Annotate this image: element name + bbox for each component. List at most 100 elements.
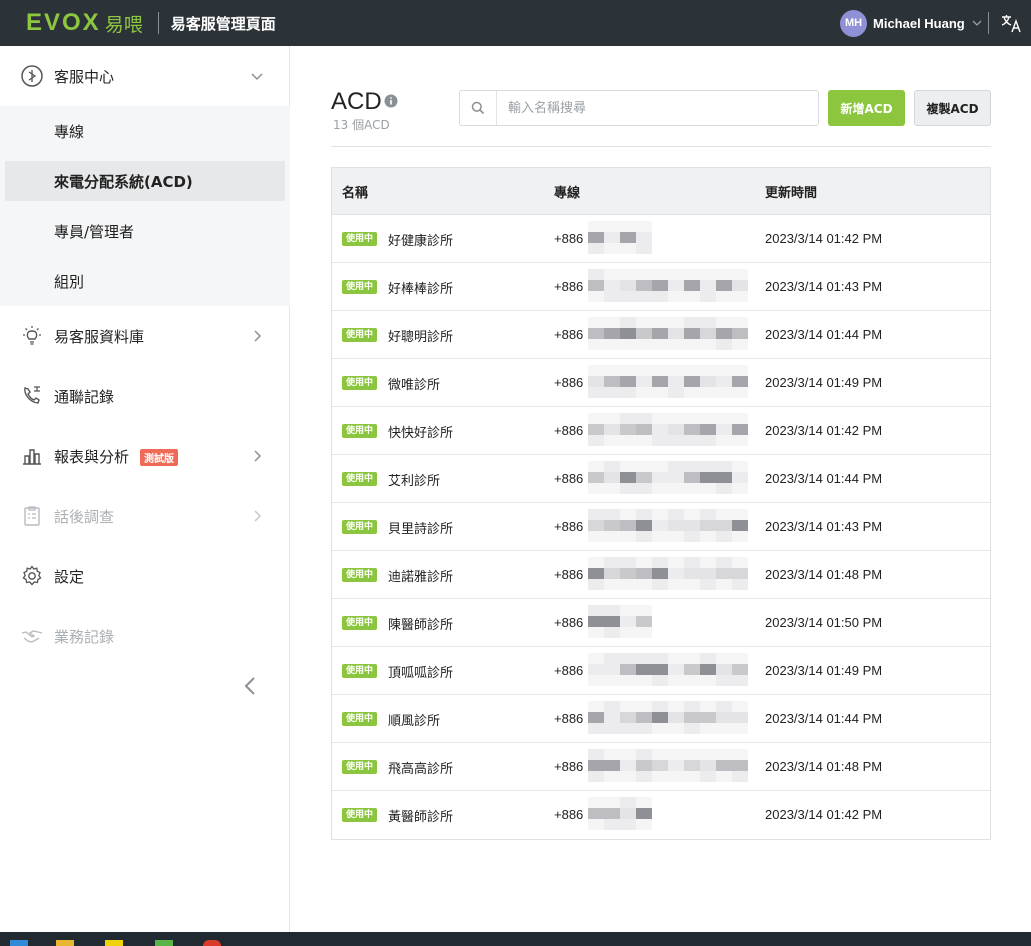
acd-count: 13 個ACD (333, 118, 390, 132)
table-header: 名稱 專線 更新時間 (332, 168, 990, 215)
status-badge: 使用中 (342, 616, 377, 630)
sidebar-item-settings[interactable]: 設定 (0, 546, 290, 606)
sidebar-item-label: 報表與分析 (54, 447, 130, 466)
line-number: +886 (554, 807, 584, 822)
divider (331, 146, 991, 147)
acd-name[interactable]: 貝里詩診所 (388, 518, 453, 537)
sidebar-item-survey[interactable]: 話後調查 (0, 486, 290, 546)
main-content: ACD 13 個ACD 新增ACD 複製ACD 名稱 專線 更新時間 使用中 好健… (290, 46, 1031, 932)
acd-name[interactable]: 陳醫師診所 (388, 614, 453, 633)
evox-logo[interactable]: EVOX 易喂 (26, 9, 143, 37)
add-acd-button[interactable]: 新增ACD (828, 90, 905, 126)
sidebar-item-label: 話後調查 (54, 507, 115, 526)
acd-name[interactable]: 艾利診所 (388, 470, 440, 489)
table-row[interactable]: 使用中 迪諾雅診所 +886 2023/3/14 01:48 PM (332, 551, 990, 599)
acd-name[interactable]: 好健康診所 (388, 230, 453, 249)
submenu-item-agents[interactable]: 專員/管理者 (5, 211, 285, 251)
table-row[interactable]: 使用中 好健康診所 +886 2023/3/14 01:42 PM (332, 215, 990, 263)
table-row[interactable]: 使用中 頂呱呱診所 +886 2023/3/14 01:49 PM (332, 647, 990, 695)
updated-time: 2023/3/14 01:48 PM (765, 567, 883, 582)
acd-name[interactable]: 黃醫師診所 (388, 806, 453, 825)
acd-name[interactable]: 好聰明診所 (388, 326, 453, 345)
table-row[interactable]: 使用中 艾利診所 +886 2023/3/14 01:44 PM (332, 455, 990, 503)
trial-badge: 測試版 (140, 449, 178, 466)
updated-time: 2023/3/14 01:48 PM (765, 759, 883, 774)
submenu-item-line[interactable]: 專線 (5, 111, 285, 151)
status-badge: 使用中 (342, 280, 377, 294)
headset-icon (21, 65, 43, 87)
acd-name[interactable]: 微唯診所 (388, 374, 440, 393)
app-icon[interactable] (105, 940, 123, 946)
sidebar-item-label: 通聯記錄 (54, 387, 115, 406)
status-badge: 使用中 (342, 760, 377, 774)
translate-icon[interactable] (1000, 12, 1022, 34)
status-badge: 使用中 (342, 424, 377, 438)
updated-time: 2023/3/14 01:43 PM (765, 279, 883, 294)
clipboard-icon (24, 506, 40, 526)
logo-cn-text: 易喂 (104, 13, 143, 36)
info-icon[interactable] (384, 94, 398, 108)
line-number: +886 (554, 375, 584, 390)
user-menu[interactable]: MH Michael Huang (840, 9, 983, 37)
submenu-item-label: 來電分配系統(ACD) (54, 172, 193, 191)
search-icon (471, 101, 485, 115)
line-number: +886 (554, 711, 584, 726)
sidebar-item-label: 易客服資料庫 (54, 327, 145, 346)
sidebar-item-service-center[interactable]: 客服中心 (0, 46, 290, 106)
acd-name[interactable]: 好棒棒診所 (388, 278, 453, 297)
app-icon[interactable] (155, 940, 173, 946)
table-row[interactable]: 使用中 好棒棒診所 +886 2023/3/14 01:43 PM (332, 263, 990, 311)
submenu-item-label: 專員/管理者 (54, 222, 135, 241)
page-title: ACD (331, 88, 382, 115)
status-badge: 使用中 (342, 472, 377, 486)
table-row[interactable]: 使用中 好聰明診所 +886 2023/3/14 01:44 PM (332, 311, 990, 359)
service-center-submenu: 專線 來電分配系統(ACD) 專員/管理者 組別 (0, 106, 290, 306)
submenu-item-acd[interactable]: 來電分配系統(ACD) (5, 161, 285, 201)
search-input[interactable] (508, 98, 808, 118)
column-header-updated[interactable]: 更新時間 (765, 182, 817, 201)
table-row[interactable]: 使用中 黃醫師診所 +886 2023/3/14 01:42 PM (332, 791, 990, 839)
header-divider-right (988, 12, 989, 34)
updated-time: 2023/3/14 01:44 PM (765, 711, 883, 726)
windows-start-icon[interactable] (10, 940, 28, 946)
browser-icon[interactable] (203, 940, 221, 946)
acd-name[interactable]: 飛高高診所 (388, 758, 453, 777)
column-header-line[interactable]: 專線 (554, 182, 580, 201)
table-row[interactable]: 使用中 飛高高診所 +886 2023/3/14 01:48 PM (332, 743, 990, 791)
updated-time: 2023/3/14 01:42 PM (765, 807, 883, 822)
sidebar-item-business-log[interactable]: 業務記錄 (0, 606, 290, 666)
status-badge: 使用中 (342, 664, 377, 678)
line-number: +886 (554, 279, 584, 294)
sidebar-item-reports[interactable]: 報表與分析 測試版 (0, 426, 290, 486)
sidebar-item-knowledge-base[interactable]: 易客服資料庫 (0, 306, 290, 366)
submenu-item-groups[interactable]: 組別 (5, 261, 285, 301)
table-row[interactable]: 使用中 快快好診所 +886 2023/3/14 01:42 PM (332, 407, 990, 455)
sidebar-item-call-log[interactable]: 通聯記錄 (0, 366, 290, 426)
updated-time: 2023/3/14 01:42 PM (765, 423, 883, 438)
table-row[interactable]: 使用中 陳醫師診所 +886 2023/3/14 01:50 PM (332, 599, 990, 647)
table-row[interactable]: 使用中 順風診所 +886 2023/3/14 01:44 PM (332, 695, 990, 743)
column-header-name[interactable]: 名稱 (342, 182, 368, 201)
acd-name[interactable]: 頂呱呱診所 (388, 662, 453, 681)
table-row[interactable]: 使用中 貝里詩診所 +886 2023/3/14 01:43 PM (332, 503, 990, 551)
copy-acd-button[interactable]: 複製ACD (914, 90, 991, 126)
acd-name[interactable]: 快快好診所 (388, 422, 453, 441)
line-number: +886 (554, 663, 584, 678)
table-row[interactable]: 使用中 微唯診所 +886 2023/3/14 01:49 PM (332, 359, 990, 407)
updated-time: 2023/3/14 01:44 PM (765, 471, 883, 486)
line-number: +886 (554, 615, 584, 630)
collapse-sidebar-icon[interactable] (238, 674, 262, 698)
updated-time: 2023/3/14 01:50 PM (765, 615, 883, 630)
status-badge: 使用中 (342, 328, 377, 342)
chevron-right-icon (254, 450, 262, 462)
acd-name[interactable]: 迪諾雅診所 (388, 566, 453, 585)
sidebar-item-label: 設定 (54, 567, 85, 586)
line-number: +886 (554, 519, 584, 534)
line-number: +886 (554, 423, 584, 438)
user-name: Michael Huang (873, 15, 965, 31)
file-explorer-icon[interactable] (56, 940, 74, 946)
line-number: +886 (554, 231, 584, 246)
acd-name[interactable]: 順風診所 (388, 710, 440, 729)
gear-icon (22, 565, 42, 586)
line-number: +886 (554, 759, 584, 774)
